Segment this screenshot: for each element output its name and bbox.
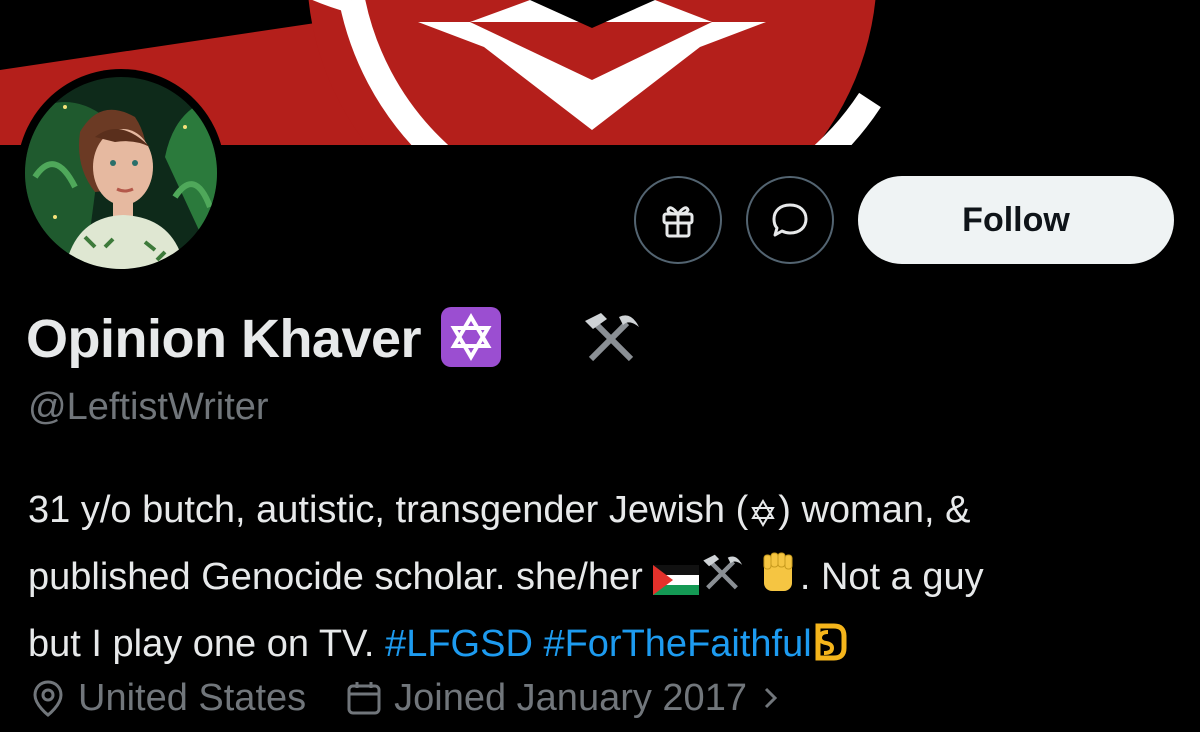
username-handle: @LeftistWriter <box>28 386 269 428</box>
joined-text: Joined January 2017 <box>394 676 747 719</box>
avatar-image <box>25 77 217 269</box>
hammer-and-pick-emoji <box>579 305 643 374</box>
location-item: United States <box>28 677 306 720</box>
hashtag-link[interactable]: #LFGSD <box>385 623 533 665</box>
display-name: Opinion Khaver <box>26 306 643 372</box>
gift-icon <box>662 206 694 238</box>
crescent-moon-emoji <box>509 305 573 374</box>
profile-avatar[interactable] <box>17 69 225 277</box>
display-name-text: Opinion Khaver <box>26 309 422 369</box>
joined-date-item[interactable]: Joined January 2017 <box>344 677 791 720</box>
message-icon <box>772 203 808 237</box>
bio-text: 31 y/o butch, autistic, transgender Jewi… <box>28 489 749 531</box>
hammer-and-pick-emoji <box>699 549 745 614</box>
follow-button[interactable]: Follow <box>858 176 1174 264</box>
star-of-david-emoji <box>439 305 503 374</box>
bio-text: . Not a guy <box>799 556 984 598</box>
chevron-right-icon <box>764 687 778 709</box>
profile-page: Follow Opinion Khaver @LeftistWriter 31 … <box>0 0 1200 732</box>
gift-button[interactable] <box>634 176 722 264</box>
raised-fist-emoji <box>756 549 800 614</box>
star-of-david-icon <box>748 486 778 547</box>
calendar-icon <box>347 682 381 715</box>
bio-text: but I play one on TV. <box>28 623 375 665</box>
profile-meta: United States Joined January 2017 <box>28 672 791 724</box>
location-pin-icon <box>33 680 63 717</box>
hashtag-link[interactable]: #ForTheFaithful <box>543 623 811 665</box>
message-button[interactable] <box>746 176 834 264</box>
profile-bio: 31 y/o butch, autistic, transgender Jewi… <box>28 480 1178 681</box>
location-text: United States <box>78 676 307 719</box>
bio-text: published Genocide scholar. she/her <box>28 556 643 598</box>
bio-text: ) woman, & <box>778 489 971 531</box>
palestine-flag-emoji <box>653 553 700 614</box>
sd-padres-logo <box>812 620 850 681</box>
